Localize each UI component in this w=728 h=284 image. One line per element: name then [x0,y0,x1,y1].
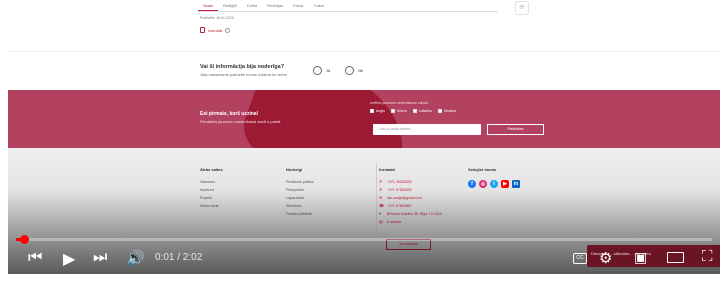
language-options: Angļu Krievu Latviešu Ukraiņu [370,109,456,113]
footer-link[interactable]: Privātuma politika [286,178,314,186]
checkbox-icon[interactable] [370,109,374,113]
newsletter-banner [8,90,720,148]
tab-delete[interactable]: Dzēst [242,0,262,11]
checkbox-icon[interactable] [390,109,395,113]
contact-phone[interactable]: ✆ +371 26282828 [379,178,442,186]
lang-label: Krievu [396,109,407,113]
feedback-question: Vai šī informācija bija noderīga? [200,64,285,70]
previous-icon[interactable]: ⏮ [28,249,42,267]
next-icon[interactable]: ⏭ [93,249,107,267]
share-icon[interactable]: ⟳ [515,1,529,15]
tab-clone[interactable]: Klons [288,0,308,11]
subscribe-button[interactable]: Pieteikties [487,124,544,135]
social-icons: f ◎ t ▶ in [468,180,520,188]
lang-label: Ukraiņu [443,109,456,113]
checkbox-icon[interactable] [437,109,442,113]
lang-russian[interactable]: Krievu [390,109,407,113]
yes-label: Jā [326,68,331,73]
quick-links-title: Ātrās saites [200,167,223,172]
newsletter-title: Esi pirmais, kurš uzzina! [200,111,259,117]
print-link[interactable]: Izdrukāt [208,28,222,33]
useful-title: Noderīgi [286,167,303,172]
feedback-subtitle: Jūsu atsauksme palīdzēs mums uzlabot šo … [200,72,287,77]
lang-english[interactable]: Angļu [370,109,385,113]
newsletter-subtitle: Piesakies jaunumu saņemšanai savā e-past… [200,119,282,124]
instagram-icon[interactable]: ◎ [479,180,487,188]
lang-label: Angļu [376,109,385,113]
progress-scrubber[interactable] [20,235,29,244]
social-title: Sekojiet mums [468,167,497,172]
video-frame[interactable]: Skats Rediģēt Dzēst Revīzijas Klons Tulk… [8,0,720,274]
tab-revisions[interactable]: Revīzijas [262,0,288,11]
play-icon[interactable]: ▶ [63,249,75,269]
published-date: Publicēts: 18.01.2023 [200,16,234,20]
pdf-icon [200,27,205,33]
progress-bar[interactable] [16,238,712,241]
email-input[interactable]: Jūsu e-pasta adrese [373,124,481,135]
tab-edit[interactable]: Rediģēt [218,0,242,11]
subtitles-icon[interactable]: CC [573,253,587,264]
linkedin-icon[interactable]: in [512,180,520,188]
twitter-icon[interactable]: t [490,180,498,188]
checkbox-icon[interactable] [412,109,417,113]
language-label: Izvēlies jaunumu saņemšanas valodu: [370,101,430,105]
feedback-no[interactable]: Nē [345,66,363,75]
footer-link[interactable]: Vakances [200,178,219,186]
print-row: Izdrukāt [200,27,231,33]
theater-mode-icon[interactable] [667,252,684,263]
info-icon[interactable] [225,27,231,33]
time-display: 0:01 / 2:02 [155,252,203,263]
contact-text: +371 26282828 [387,180,412,184]
phone-icon: ✆ [379,179,383,184]
facebook-icon[interactable]: f [468,180,476,188]
no-radio[interactable] [345,66,354,75]
miniplayer-icon[interactable]: ▣ [634,249,647,266]
volume-icon[interactable]: 🔊 [126,249,145,267]
lang-ukrainian[interactable]: Ukraiņu [437,109,456,113]
feedback-yes[interactable]: Jā [313,66,330,75]
tab-view[interactable]: Skats [198,0,219,11]
yes-radio[interactable] [313,66,322,75]
settings-icon[interactable]: ⚙ [599,249,612,267]
lang-label: Latviešu [418,109,432,113]
no-label: Nē [358,68,364,73]
lang-latvian[interactable]: Latviešu [412,109,432,113]
divider [8,51,720,52]
tab-translate[interactable]: Tulkot [308,0,329,11]
admin-tabs: Skats Rediģēt Dzēst Revīzijas Klons Tulk… [198,0,498,12]
youtube-icon[interactable]: ▶ [501,180,509,188]
contacts-title: Kontakti [379,167,395,172]
fullscreen-icon[interactable]: ⛶ [702,248,713,265]
